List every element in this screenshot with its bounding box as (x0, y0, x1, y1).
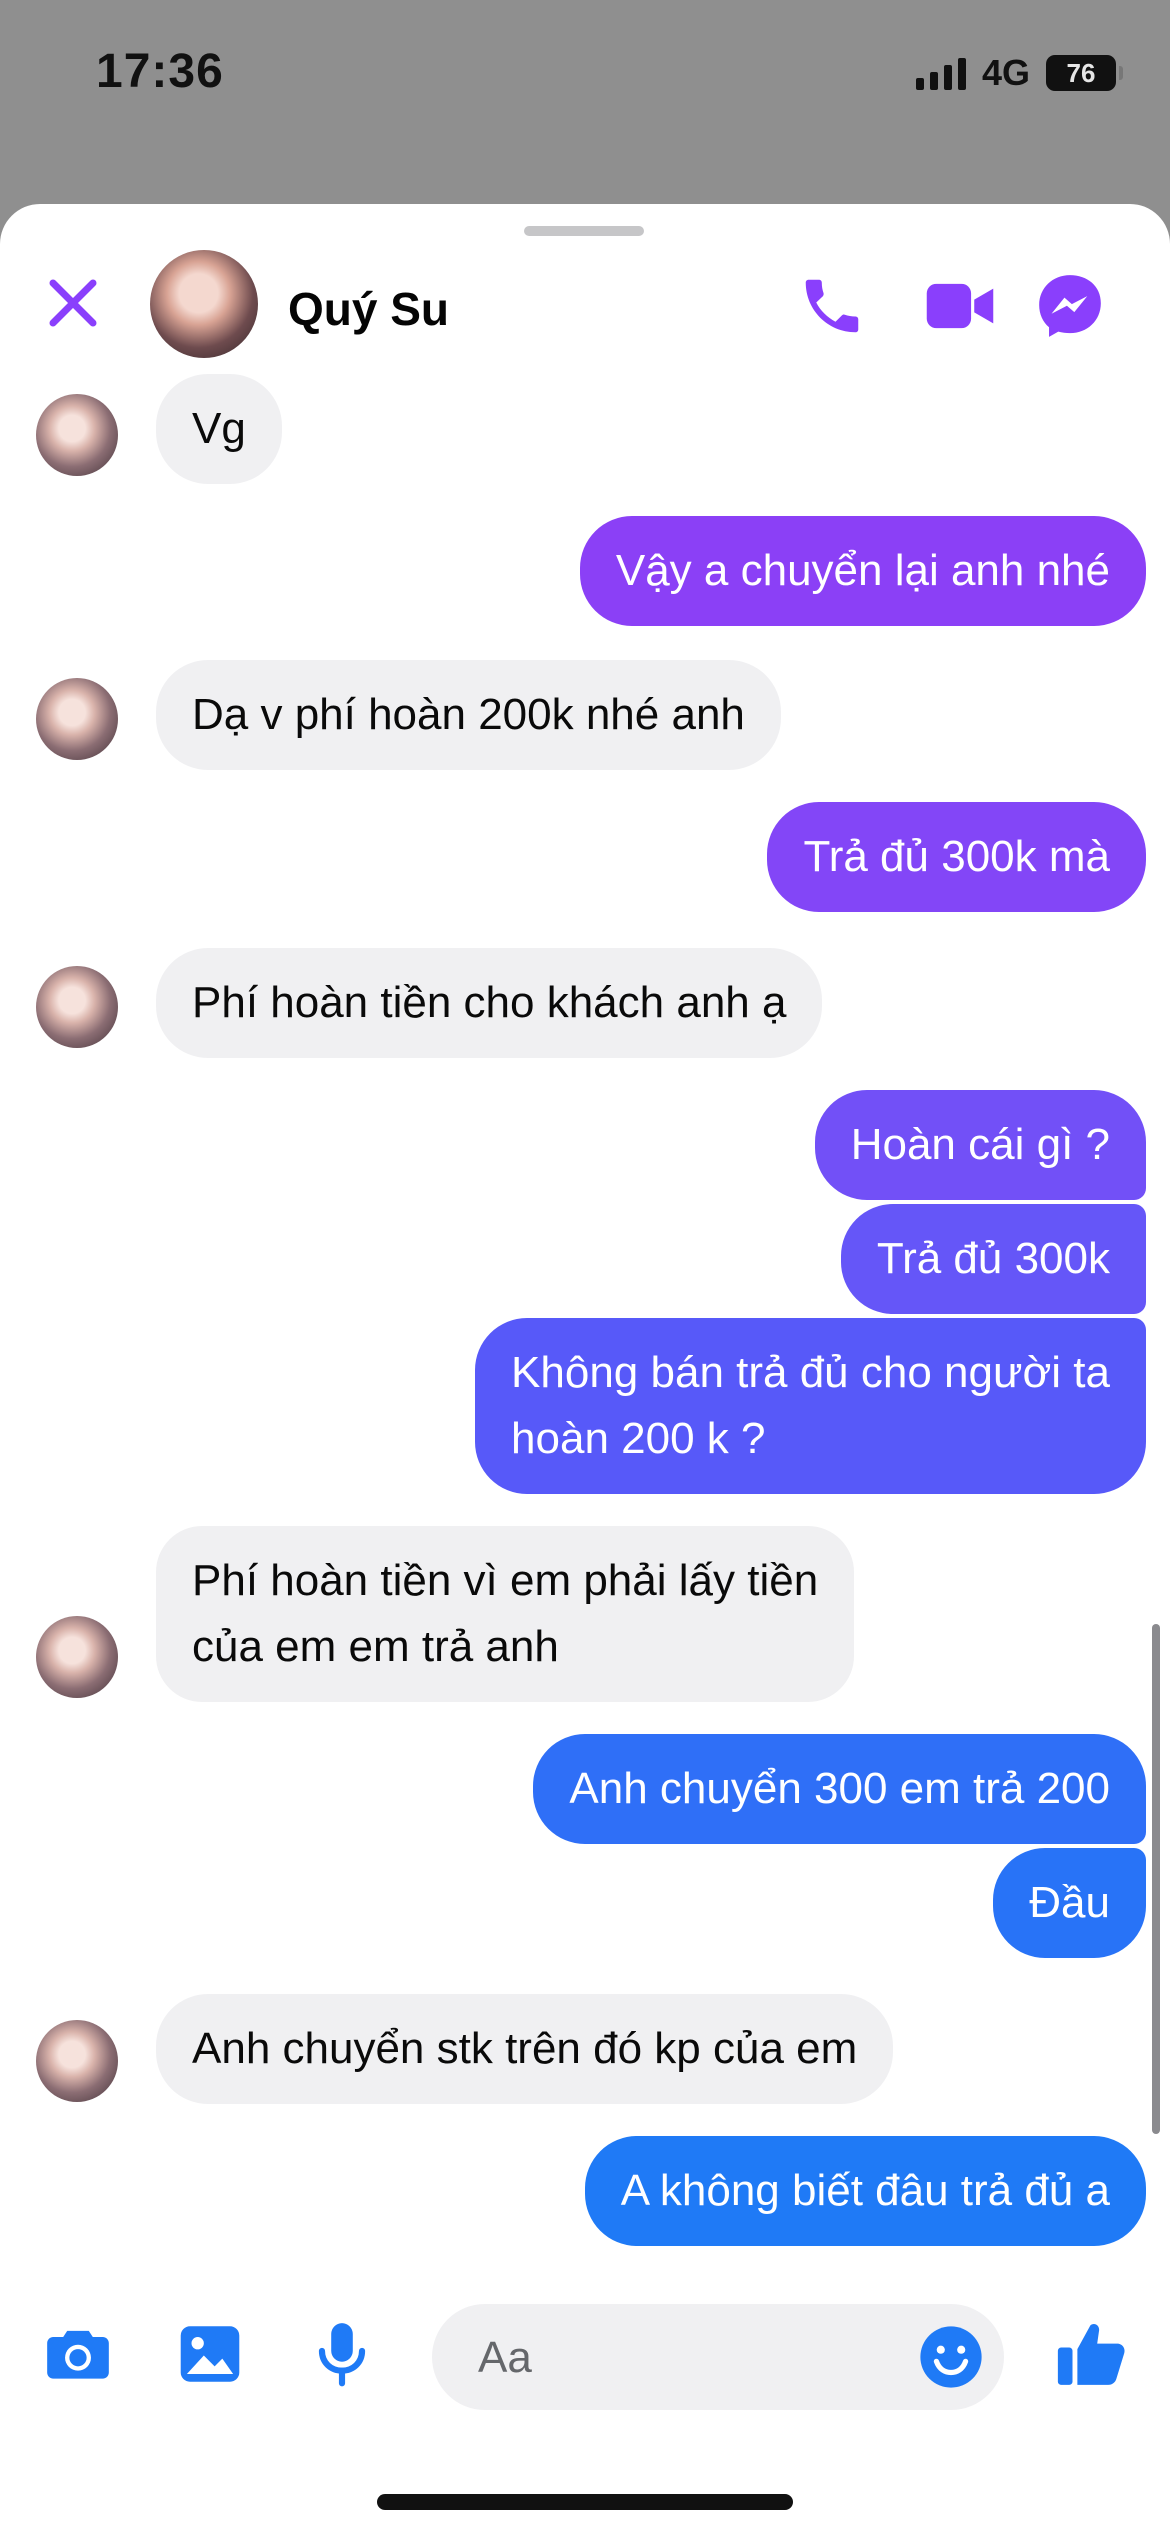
messenger-button[interactable] (1032, 268, 1108, 344)
outgoing-message[interactable]: Anh chuyển 300 em trả 200 (533, 1734, 1146, 1844)
image-icon (180, 2326, 240, 2382)
message-input[interactable] (476, 2304, 900, 2412)
incoming-message[interactable]: Phí hoàn tiền cho khách anh ạ (156, 948, 823, 1058)
signal-strength-icon (915, 56, 966, 90)
thumbs-up-icon (1057, 2323, 1125, 2385)
avatar[interactable] (36, 678, 118, 760)
messenger-icon (1039, 275, 1101, 337)
gallery-button[interactable] (170, 2314, 250, 2394)
network-type: 4G (981, 52, 1030, 93)
incoming-message[interactable]: Phí hoàn tiền vì em phải lấy tiền của em… (156, 1526, 855, 1702)
emoji-button[interactable] (916, 2322, 986, 2392)
outgoing-message[interactable]: Vậy a chuyển lại anh nhé (579, 516, 1146, 626)
outgoing-message[interactable]: Không bán trả đủ cho người ta hoàn 200 k… (475, 1318, 1146, 1494)
contact-avatar[interactable] (150, 250, 258, 358)
message-composer (0, 2264, 1170, 2434)
outgoing-message[interactable]: A không biết đâu trả đủ a (584, 2136, 1146, 2246)
voice-record-button[interactable] (302, 2314, 382, 2394)
avatar[interactable] (36, 966, 118, 1048)
contact-name[interactable]: Quý Su (288, 282, 449, 336)
status-time: 17:36 (96, 45, 224, 98)
home-indicator (377, 2494, 793, 2510)
microphone-icon (318, 2323, 366, 2387)
video-call-button[interactable] (922, 268, 998, 344)
incoming-message[interactable]: Anh chuyển stk trên đó kp của em (156, 1994, 894, 2104)
message-list[interactable]: Vg Vậy a chuyển lại anh nhé Dạ v phí hoà… (0, 374, 1170, 2264)
outgoing-message[interactable]: Hoàn cái gì ? (814, 1090, 1146, 1200)
camera-button[interactable] (38, 2314, 118, 2394)
battery-icon: 76 (1046, 55, 1123, 91)
voice-call-button[interactable] (794, 268, 870, 344)
message-input-wrapper (432, 2304, 1004, 2412)
incoming-message[interactable]: Vg (156, 374, 282, 484)
battery-level: 76 (1066, 57, 1096, 88)
video-camera-icon (926, 283, 994, 329)
avatar[interactable] (36, 394, 118, 476)
smiley-icon (920, 2326, 982, 2388)
status-indicators: 4G 76 (915, 52, 1123, 94)
phone-icon (805, 279, 859, 333)
camera-icon (47, 2330, 109, 2379)
status-bar: 17:36 4G 76 (0, 0, 1170, 180)
outgoing-message[interactable]: Trả đủ 300k mà (767, 802, 1146, 912)
sheet-grabber[interactable] (524, 226, 644, 236)
outgoing-message[interactable]: Trả đủ 300k (840, 1204, 1146, 1314)
close-icon (49, 279, 97, 327)
scrollbar[interactable] (1152, 1624, 1160, 2134)
incoming-message[interactable]: Dạ v phí hoàn 200k nhé anh (156, 660, 781, 770)
outgoing-message[interactable]: Đầu (993, 1848, 1146, 1958)
chat-header: Quý Su (0, 244, 1170, 374)
avatar[interactable] (36, 1616, 118, 1698)
close-button[interactable] (42, 272, 104, 334)
chat-sheet: Quý Su Vg Vậy a chuyển lại anh nhé Dạ v … (0, 204, 1170, 2532)
avatar[interactable] (36, 2020, 118, 2102)
like-button[interactable] (1052, 2314, 1132, 2394)
